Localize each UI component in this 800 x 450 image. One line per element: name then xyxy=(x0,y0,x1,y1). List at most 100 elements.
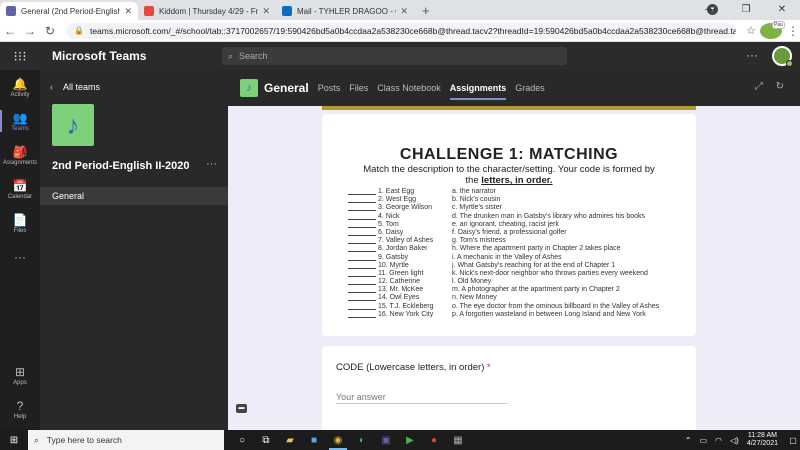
match-description: g. Tom's mistress xyxy=(452,237,506,245)
teams-app-icon[interactable]: ▣ xyxy=(374,430,398,450)
match-term: 3. George Wilson xyxy=(378,204,433,212)
browser-tab[interactable]: Mail - TYHLER DRAGOO - Outlo ✕ xyxy=(276,2,414,20)
rail-item-help[interactable]: ? Help xyxy=(0,392,40,426)
team-more-options-icon[interactable]: ··· xyxy=(206,158,217,170)
app-launcher-icon[interactable]: ⁝⁝⁝ xyxy=(0,48,40,65)
answer-blank xyxy=(348,278,376,286)
rail-item-assignments[interactable]: 🎒 Assignments xyxy=(0,138,40,172)
rail-item-files[interactable]: 📄 Files xyxy=(0,206,40,240)
tab-close-icon[interactable]: ✕ xyxy=(124,6,132,17)
tab-posts[interactable]: Posts xyxy=(318,70,341,106)
restore-button[interactable]: ❐ xyxy=(728,0,764,20)
notification-icon[interactable]: ▢ xyxy=(786,436,800,445)
chrome-icon[interactable]: ◉ xyxy=(326,430,350,450)
answer-blank xyxy=(348,188,376,195)
chevron-left-icon: ‹ xyxy=(50,82,53,92)
challenge-card: CHALLENGE 1: MATCHING Match the descript… xyxy=(322,114,696,336)
minimize-button[interactable]: — xyxy=(692,0,728,20)
lock-icon[interactable]: 🔒 xyxy=(74,26,84,35)
files-icon: 📄 xyxy=(12,212,28,227)
answer-blank xyxy=(348,221,376,228)
match-term: 2. West Egg xyxy=(378,196,417,204)
tab-assignments[interactable]: Assignments xyxy=(449,70,506,106)
browser-tab[interactable]: General (2nd Period-English II-20✕ xyxy=(0,2,138,20)
show-hidden-icons-icon[interactable]: ⌃ xyxy=(685,436,692,445)
tab-files[interactable]: Files xyxy=(349,70,368,106)
windows-start-icon[interactable]: ⊞ xyxy=(0,435,28,446)
wifi-icon[interactable]: ◠ xyxy=(715,436,722,445)
chat-icon[interactable]: ▬ xyxy=(236,404,247,413)
url-field[interactable]: 🔒 teams.microsoft.com/_#/school/tab::371… xyxy=(66,22,736,39)
header-actions: ⤢ ↻ xyxy=(745,81,784,92)
system-tray: ⌃ ▭ ◠ ◁) 11:28 AM 4/27/2021 ▢ xyxy=(681,430,800,450)
user-avatar[interactable] xyxy=(772,46,793,67)
tab-favicon-icon xyxy=(282,6,292,16)
edge-icon[interactable]: ◐ xyxy=(350,430,374,450)
battery-icon[interactable]: ▭ xyxy=(699,436,707,445)
taskbar-search[interactable]: ⌕ Type here to search xyxy=(28,430,224,450)
calculator-icon[interactable]: ▦ xyxy=(446,430,470,450)
required-mark: * xyxy=(487,362,491,373)
answer-blank xyxy=(348,286,376,294)
class-notebook-icon[interactable]: ▶ xyxy=(398,430,422,450)
match-description: m. A photographer at the apartment party… xyxy=(452,286,620,294)
more-options-icon[interactable]: ··· xyxy=(746,48,758,62)
camera-icon[interactable]: ■ xyxy=(302,430,326,450)
rail-item-label: Assignments xyxy=(2,159,38,166)
powerpoint-icon[interactable]: ● xyxy=(422,430,446,450)
tab-close-icon[interactable]: ✕ xyxy=(262,6,270,17)
answer-blank xyxy=(348,294,376,302)
new-tab-button[interactable]: + xyxy=(422,3,430,18)
match-term: 16. New York City xyxy=(378,310,434,318)
rail-item-teams[interactable]: 👥 Teams xyxy=(0,104,40,138)
match-description: c. Myrtle's sister xyxy=(452,204,502,212)
team-logo: ♪ xyxy=(52,104,94,146)
tab-title: Mail - TYHLER DRAGOO - Outlo xyxy=(297,6,396,16)
refresh-icon[interactable]: ↻ xyxy=(776,81,784,92)
windows-taskbar: ⊞ ⌕ Type here to search ○ ⧉ ▰ ■ ◉ ◐ ▣ ▶ … xyxy=(0,430,800,450)
match-term: 7. Valley of Ashes xyxy=(378,237,434,245)
match-row: 11. Green light k. Nick's next-door neigh… xyxy=(348,270,688,278)
answer-blank xyxy=(348,196,376,204)
challenge-instructions-line1: Match the description to the character/s… xyxy=(363,164,655,175)
rail-item-calendar[interactable]: 📅 Calendar xyxy=(0,172,40,206)
match-description: a. the narrator xyxy=(452,188,496,195)
browser-menu-icon[interactable]: ⋮ xyxy=(786,24,800,38)
apps-icon: ⊞ xyxy=(14,364,26,379)
match-row: 1. East Egg a. the narrator xyxy=(348,188,688,196)
rail-item-activity[interactable]: 🔔 Activity xyxy=(0,70,40,104)
channel-item-general[interactable]: General xyxy=(40,187,228,205)
tab-grades[interactable]: Grades xyxy=(515,70,545,106)
back-button[interactable]: ← xyxy=(0,24,20,38)
search-box[interactable]: ⌕ Search xyxy=(222,47,567,65)
browser-tab[interactable]: Kiddom | Thursday 4/29 - Friday✕ xyxy=(138,2,276,20)
calendar-icon: 📅 xyxy=(12,178,28,193)
rail-item-apps[interactable]: ⊞ Apps xyxy=(0,358,40,392)
match-row: 4. Nick d. The drunken man in Gatsby's li… xyxy=(348,213,688,221)
volume-icon[interactable]: ◁) xyxy=(730,436,739,445)
question-label: CODE (Lowercase letters, in order) * xyxy=(336,362,491,373)
match-description: i. A mechanic in the Valley of Ashes xyxy=(452,253,562,261)
match-description: p. A forgotten wasteland in between Long… xyxy=(452,310,646,318)
answer-blank xyxy=(348,262,376,269)
answer-blank xyxy=(348,311,376,318)
tab-class-notebook[interactable]: Class Notebook xyxy=(377,70,441,106)
cortana-icon[interactable]: ○ xyxy=(230,430,254,450)
answer-input[interactable] xyxy=(336,390,508,404)
expand-icon[interactable]: ⤢ xyxy=(755,81,763,92)
reload-button[interactable]: ↻ xyxy=(40,24,60,38)
close-window-button[interactable]: ✕ xyxy=(764,0,800,20)
tab-close-icon[interactable]: ✕ xyxy=(400,6,408,17)
match-description: h. Where the apartment party in Chapter … xyxy=(452,245,621,253)
forward-button[interactable]: → xyxy=(20,24,40,38)
task-view-icon[interactable]: ⧉ xyxy=(254,430,278,450)
all-teams-link[interactable]: ‹ All teams xyxy=(50,82,100,92)
rail-item-label: Calendar xyxy=(7,193,33,200)
bookmark-star-icon[interactable]: ☆ xyxy=(742,24,760,37)
rail-item-more[interactable]: ··· xyxy=(0,240,40,274)
browser-profile-avatar[interactable]: Pau xyxy=(760,20,785,39)
rail-item-label: Activity xyxy=(10,91,30,98)
file-explorer-icon[interactable]: ▰ xyxy=(278,430,302,450)
clock[interactable]: 11:28 AM 4/27/2021 xyxy=(747,432,778,448)
answer-blank xyxy=(348,204,376,212)
